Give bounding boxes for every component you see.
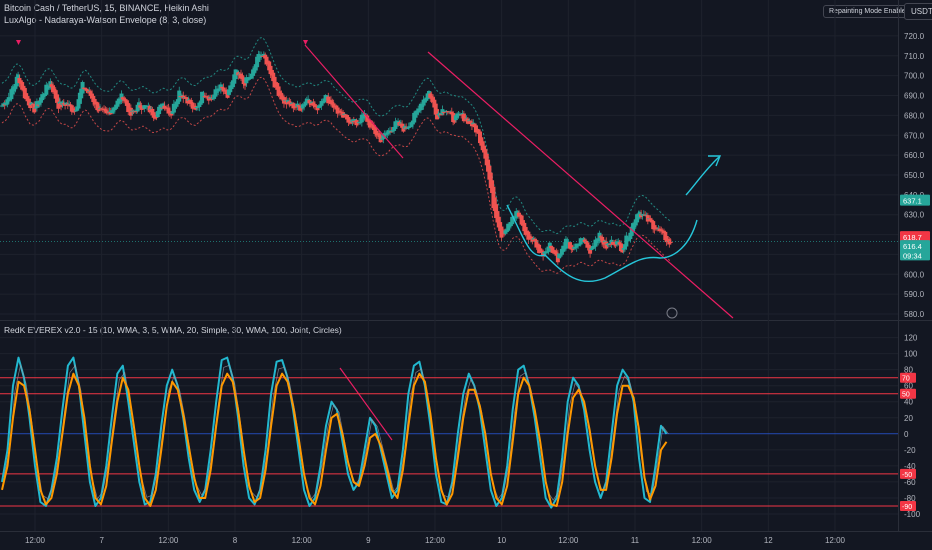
price-axis-label: 650.0	[904, 171, 925, 180]
time-axis-label: 12:00	[558, 536, 579, 545]
chart-canvas[interactable]: 720.0 710.0 700.0 690.0 680.0 670.0 660.0 650.0…	[0, 0, 932, 550]
price-axis-label: 630.0	[904, 211, 925, 220]
upside-arrow	[685, 156, 720, 196]
time-axis-label: 12:00	[425, 536, 446, 545]
time-axis-label: 12:00	[25, 536, 46, 545]
price-axis-label: 600.0	[904, 270, 925, 279]
osc-tag: 50	[902, 392, 910, 399]
price-tag: 09:34	[903, 251, 922, 260]
price-axis-label: 720.0	[904, 32, 925, 41]
grid-lines	[0, 0, 932, 532]
osc-tag: -90	[902, 504, 912, 511]
top-marker	[303, 40, 308, 45]
time-axis-label: 12:00	[292, 536, 313, 545]
downtrend-line-3	[339, 367, 393, 441]
osc-axis-label: 20	[904, 414, 913, 423]
price-axis-label: 590.0	[904, 290, 925, 299]
time-axis-label: 12:00	[692, 536, 713, 545]
alert-icon	[666, 307, 678, 319]
time-axis-label: 11	[631, 536, 640, 545]
osc-axis-label: -60	[904, 478, 916, 487]
time-axis-label: 12:00	[825, 536, 846, 545]
price-axis-label: 700.0	[904, 72, 925, 81]
price-axis-label: 710.0	[904, 52, 925, 61]
price-axis-label: 690.0	[904, 92, 925, 101]
osc-axis-label: 40	[904, 398, 913, 407]
top-marker	[16, 40, 21, 45]
downtrend-line-2	[427, 51, 734, 319]
time-axis-label: 12:00	[158, 536, 179, 545]
osc-axis-label: 120	[904, 334, 918, 343]
price-axis-label: 660.0	[904, 151, 925, 160]
osc-tag: -50	[902, 472, 912, 479]
time-axis-label: 12	[764, 536, 773, 545]
osc-axis-label: -100	[904, 510, 921, 519]
osc-tag: 70	[902, 376, 910, 383]
osc-axis-label: 0	[904, 430, 909, 439]
candle-body	[668, 241, 673, 243]
price-axis-label: 670.0	[904, 131, 925, 140]
osc-axis-label: -20	[904, 446, 916, 455]
oscillator-pane	[0, 356, 898, 509]
price-tag: 637.1	[903, 197, 922, 206]
time-axis-label: 7	[99, 536, 104, 545]
time-axis-label: 10	[497, 536, 506, 545]
time-axis-label: 9	[366, 536, 371, 545]
candlesticks	[0, 50, 898, 265]
time-axis-label: 8	[233, 536, 238, 545]
osc-axis-label: 100	[904, 350, 918, 359]
price-axis-label: 680.0	[904, 111, 925, 120]
price-axis-label: 580.0	[904, 310, 925, 319]
